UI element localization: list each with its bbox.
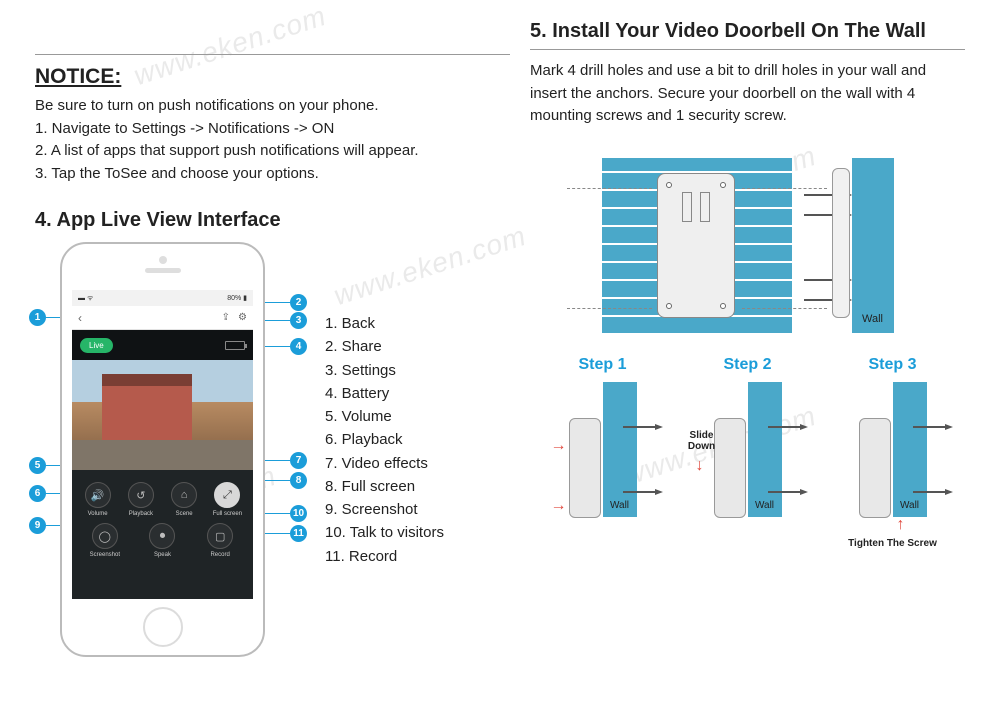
control-label: Record [199,552,241,558]
arrow-up-icon: ↑ [897,516,905,534]
volume-icon: 🔊 [85,482,111,508]
back-icon[interactable]: ‹ [78,311,82,325]
install-diagram-main: Wall [530,146,965,346]
legend-item: 11. Record [325,545,444,568]
callout-2: 2 [260,294,307,311]
step-title: Step 2 [678,356,818,374]
playback-icon: ↺ [128,482,154,508]
share-icon[interactable]: ⇪ [222,312,230,323]
step-2: Step 2 Wall Slide Down ↓ [678,356,818,549]
status-bar: ▬ ᯤ 80% ▮ [72,290,253,306]
side-plate [832,168,850,318]
section-5-body: Mark 4 drill holes and use a bit to dril… [530,60,965,128]
record-icon: ▢ [207,523,233,549]
callout-10: 10 [260,505,307,522]
screw-icon [623,422,663,432]
screw-icon [913,487,953,497]
scene-button[interactable]: ⌂ Scene [163,482,205,517]
doorbell-device [859,418,891,518]
callout-7: 7 [260,452,307,469]
screenshot-icon: ◯ [92,523,118,549]
control-label: Screenshot [84,552,126,558]
legend-item: 3. Settings [325,359,444,382]
legend-item: 1. Back [325,312,444,335]
live-badge: Live [80,338,113,353]
arrow-icon: → [551,497,567,515]
control-label: Playback [120,511,162,517]
control-label: Full screen [206,511,248,517]
wifi-icon: ▬ ᯤ [78,294,93,303]
control-label: Volume [77,511,119,517]
control-label: Scene [163,511,205,517]
legend-item: 9. Screenshot [325,498,444,521]
step-1: Step 1 Wall → → [533,356,673,549]
screw-icon [768,422,808,432]
live-video-preview [72,360,253,470]
screw-icon [623,487,663,497]
divider [35,54,510,55]
arrow-icon: → [551,437,567,455]
live-row: Live [72,330,253,360]
wall-label: Wall [893,500,927,511]
legend-item: 7. Video effects [325,452,444,475]
doorbell-device [569,418,601,518]
screw-icon [768,487,808,497]
notice-intro: Be sure to turn on push notifications on… [35,95,510,118]
callout-11: 11 [260,525,307,542]
battery-pct: 80% ▮ [227,294,247,302]
mounting-plate [657,173,735,318]
phone-mockup: ▬ ᯤ 80% ▮ ‹ ⇪ ⚙ Live [60,242,265,657]
speak-icon: ⏺ [149,523,175,549]
front-wall-diagram [602,158,792,333]
settings-icon[interactable]: ⚙ [238,312,247,323]
scene-icon: ⌂ [171,482,197,508]
fullscreen-icon: ⤢ [214,482,240,508]
wall-label: Wall [852,313,894,325]
slide-down-label: Slide Down [682,430,722,452]
legend-item: 6. Playback [325,428,444,451]
callout-4: 4 [260,338,307,355]
arrow-down-icon: ↓ [696,457,704,475]
step-title: Step 3 [823,356,963,374]
battery-icon [225,341,245,350]
notice-line: 3. Tap the ToSee and choose your options… [35,163,510,186]
speak-button[interactable]: ⏺ Speak [141,523,183,558]
legend-item: 2. Share [325,335,444,358]
section-4-title: 4. App Live View Interface [35,209,510,232]
control-label: Speak [141,552,183,558]
playback-button[interactable]: ↺ Playback [120,482,162,517]
wall-label: Wall [603,500,637,511]
notice-line: 1. Navigate to Settings -> Notifications… [35,118,510,141]
side-wall-diagram: Wall [852,158,894,333]
section-5-title: 5. Install Your Video Doorbell On The Wa… [530,20,965,43]
screenshot-button[interactable]: ◯ Screenshot [84,523,126,558]
legend-list: 1. Back2. Share3. Settings4. Battery5. V… [325,312,444,568]
tighten-label: Tighten The Screw [823,538,963,549]
screw-icon [913,422,953,432]
install-steps: Step 1 Wall → → Step 2 Wall Slide Down ↓ Step 3 W… [530,356,965,549]
legend-item: 10. Talk to visitors [325,521,444,544]
fullscreen-button[interactable]: ⤢ Full screen [206,482,248,517]
legend-item: 4. Battery [325,382,444,405]
volume-button[interactable]: 🔊 Volume [77,482,119,517]
app-top-bar: ‹ ⇪ ⚙ [72,306,253,330]
notice-line: 2. A list of apps that support push noti… [35,140,510,163]
callout-3: 3 [260,312,307,329]
wall-label: Wall [748,500,782,511]
record-button[interactable]: ▢ Record [199,523,241,558]
legend-item: 5. Volume [325,405,444,428]
callout-8: 8 [260,472,307,489]
notice-body: Be sure to turn on push notifications on… [35,95,510,185]
phone-screen: ▬ ᯤ 80% ▮ ‹ ⇪ ⚙ Live [72,290,253,599]
divider [530,49,965,50]
step-3: Step 3 Wall ↑ Tighten The Screw [823,356,963,549]
home-button[interactable] [143,607,183,647]
step-title: Step 1 [533,356,673,374]
legend-item: 8. Full screen [325,475,444,498]
phone-speaker [145,268,181,273]
notice-heading: NOTICE: [35,65,510,89]
phone-camera [159,256,167,264]
